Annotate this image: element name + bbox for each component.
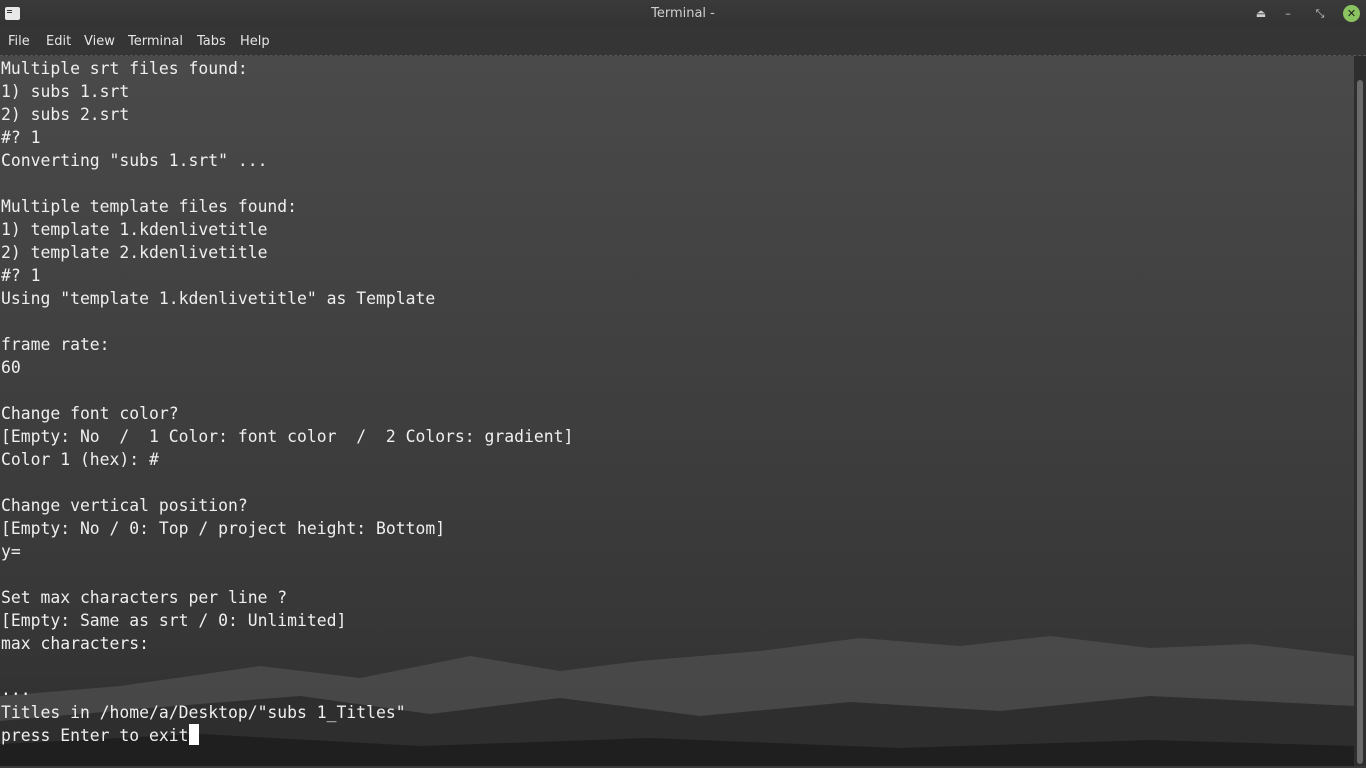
terminal-line: Using "template 1.kdenlivetitle" as Temp…: [1, 289, 436, 308]
terminal-window: Terminal - ⏏ – ⤡ ✕ File Edit View Termin…: [0, 0, 1366, 768]
terminal-line: max characters:: [1, 634, 150, 653]
terminal-line: 2) template 2.kdenlivetitle: [1, 243, 268, 262]
title-bar[interactable]: Terminal - ⏏ – ⤡ ✕: [0, 0, 1366, 28]
terminal-line: Multiple template files found:: [1, 197, 298, 216]
terminal-line: Titles in /home/a/Desktop/"subs 1_Titles…: [1, 703, 406, 722]
menu-view[interactable]: View: [84, 34, 115, 49]
terminal-line: Color 1 (hex): #: [1, 450, 159, 469]
terminal-line: #? 1: [1, 128, 41, 147]
menu-edit[interactable]: Edit: [46, 34, 71, 49]
menu-bar: File Edit View Terminal Tabs Help: [0, 28, 1366, 56]
terminal-line: 1) template 1.kdenlivetitle: [1, 220, 268, 239]
terminal-prompt-line: press Enter to exit: [1, 724, 573, 747]
terminal-line: 1) subs 1.srt: [1, 82, 130, 101]
terminal-line: 60: [1, 358, 21, 377]
terminal-line: frame rate:: [1, 335, 110, 354]
minimize-button[interactable]: –: [1279, 5, 1297, 23]
terminal-line: [Empty: Same as srt / 0: Unlimited]: [1, 611, 347, 630]
terminal-line: [Empty: No / 0: Top / project height: Bo…: [1, 519, 446, 538]
eject-icon[interactable]: ⏏: [1252, 5, 1270, 23]
terminal-line: [Empty: No / 1 Color: font color / 2 Col…: [1, 427, 574, 446]
close-button[interactable]: ✕: [1343, 5, 1360, 22]
terminal-line: y=: [1, 542, 21, 561]
terminal-line: #? 1: [1, 266, 41, 285]
prompt-text: press Enter to exit: [1, 726, 189, 745]
terminal-line: Converting "subs 1.srt" ...: [1, 151, 268, 170]
terminal-line: 2) subs 2.srt: [1, 105, 130, 124]
terminal-line: Change font color?: [1, 404, 179, 423]
menu-file[interactable]: File: [8, 34, 30, 49]
terminal-text: Multiple srt files found: 1) subs 1.srt 2)…: [1, 57, 573, 747]
restore-button[interactable]: ⤡: [1311, 5, 1329, 23]
menu-tabs[interactable]: Tabs: [197, 34, 226, 49]
menu-help[interactable]: Help: [240, 34, 270, 49]
terminal-output-area[interactable]: Multiple srt files found: 1) subs 1.srt 2)…: [0, 56, 1354, 766]
window-title: Terminal -: [651, 6, 715, 21]
scrollbar-thumb[interactable]: [1357, 80, 1363, 764]
terminal-line: ...: [1, 680, 31, 699]
menu-terminal[interactable]: Terminal: [128, 34, 183, 49]
terminal-line: Multiple srt files found:: [1, 59, 248, 78]
text-cursor: [188, 724, 199, 745]
terminal-line: Set max characters per line ?: [1, 588, 288, 607]
scrollbar[interactable]: [1354, 56, 1366, 766]
terminal-line: Change vertical position?: [1, 496, 248, 515]
